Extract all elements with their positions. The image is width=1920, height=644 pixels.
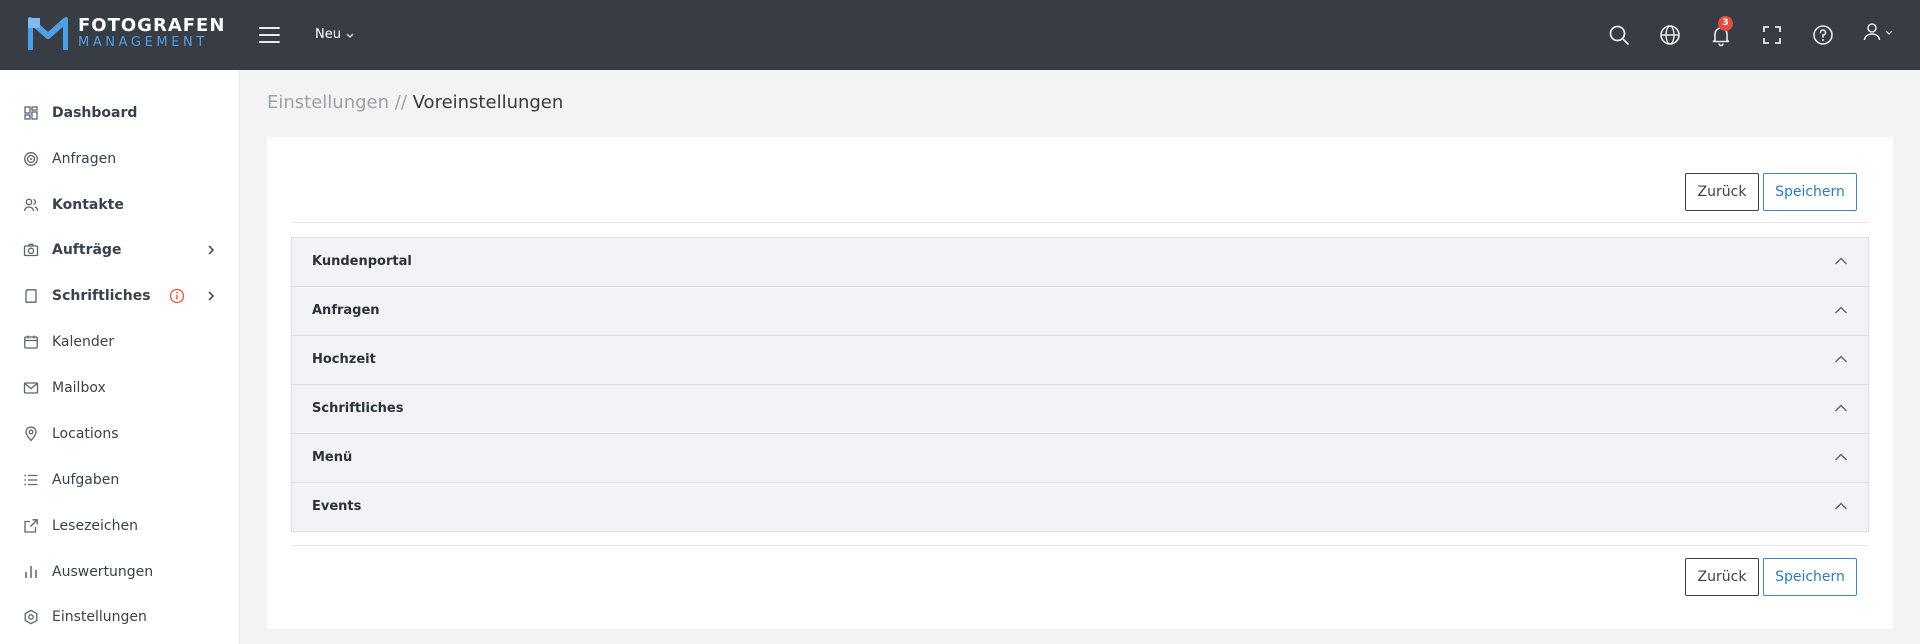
save-button-top[interactable]: Speichern [1763,173,1857,211]
target-icon [24,152,38,166]
sidebar-item-label: Aufträge [52,242,122,258]
top-bar: FOTOGRAFEN MANAGEMENT Neu 3 [0,0,1920,70]
back-button-top[interactable]: Zurück [1685,173,1759,211]
sidebar-item-label: Einstellungen [52,609,147,625]
document-icon [25,289,37,303]
help-icon[interactable] [1811,23,1835,47]
accordion-item-menue[interactable]: Menü [292,434,1868,483]
logo-text-primary: FOTOGRAFEN [78,15,226,36]
user-menu[interactable] [1862,22,1896,46]
sidebar-item-locations[interactable]: Locations [0,414,240,454]
sidebar-item-label: Schriftliches [52,288,151,304]
external-link-icon [24,519,38,533]
list-icon [24,474,38,486]
sidebar-item-auftraege[interactable]: Aufträge [0,230,240,270]
sidebar-item-label: Dashboard [52,105,138,121]
notification-badge: 3 [1718,16,1733,31]
accordion-title: Anfragen [312,303,380,318]
accordion-title: Hochzeit [312,352,376,367]
menu-toggle-button[interactable] [258,25,282,45]
settings-accordion: Kundenportal Anfragen Hochzeit Schriftli… [291,237,1869,532]
divider [291,222,1869,223]
sidebar-item-lesezeichen[interactable]: Lesezeichen [0,506,240,546]
accordion-item-hochzeit[interactable]: Hochzeit [292,336,1868,385]
accordion-item-schriftliches[interactable]: Schriftliches [292,385,1868,434]
sidebar-item-mailbox[interactable]: Mailbox [0,368,240,408]
chevron-up-icon [1835,404,1847,412]
sidebar-item-dashboard[interactable]: Dashboard [0,93,240,133]
accordion-item-events[interactable]: Events [292,483,1868,531]
new-dropdown-label: Neu [315,27,341,42]
logo[interactable]: FOTOGRAFEN MANAGEMENT [0,0,240,70]
fullscreen-icon[interactable] [1760,23,1784,47]
accordion-title: Menü [312,450,353,465]
search-icon[interactable] [1607,23,1631,47]
breadcrumb: Einstellungen // Voreinstellungen [267,91,563,115]
accordion-title: Events [312,499,362,514]
sidebar-item-label: Auswertungen [52,564,154,580]
sidebar-item-label: Kalender [52,334,115,350]
divider [291,545,1869,546]
sidebar: Dashboard Anfragen Kontakte Aufträge Sch… [0,70,240,644]
sidebar-item-kontakte[interactable]: Kontakte [0,185,240,225]
chevron-right-icon [208,245,215,255]
sidebar-item-auswertungen[interactable]: Auswertungen [0,552,240,592]
sidebar-item-label: Lesezeichen [52,518,138,534]
settings-icon [24,609,38,625]
chevron-up-icon [1835,306,1847,314]
chevron-up-icon [1835,257,1847,265]
chevron-up-icon [1835,355,1847,363]
sidebar-item-schriftliches[interactable]: Schriftliches [0,276,240,316]
sidebar-item-einstellungen[interactable]: Einstellungen [0,597,240,637]
user-icon [1863,23,1881,41]
sidebar-item-label: Kontakte [52,197,124,213]
chevron-right-icon [208,291,215,301]
location-pin-icon [25,426,37,442]
breadcrumb-parent[interactable]: Einstellungen [267,92,389,113]
back-button-bottom[interactable]: Zurück [1685,558,1759,596]
calendar-icon [24,335,38,349]
logo-text-secondary: MANAGEMENT [78,35,208,50]
dashboard-icon [24,106,38,120]
chevron-down-icon [346,33,354,38]
breadcrumb-separator: // [394,92,407,113]
save-button-bottom[interactable]: Speichern [1763,558,1857,596]
sidebar-item-label: Anfragen [52,151,117,167]
info-alert-icon [169,288,185,304]
sidebar-item-aufgaben[interactable]: Aufgaben [0,460,240,500]
globe-icon[interactable] [1658,23,1682,47]
sidebar-item-label: Aufgaben [52,472,120,488]
accordion-item-kundenportal[interactable]: Kundenportal [292,238,1868,287]
accordion-title: Kundenportal [312,254,412,269]
sidebar-item-label: Mailbox [52,380,106,396]
sidebar-item-anfragen[interactable]: Anfragen [0,139,240,179]
chevron-up-icon [1835,502,1847,510]
accordion-title: Schriftliches [312,401,404,416]
page-title: Voreinstellungen [412,92,564,113]
sidebar-item-kalender[interactable]: Kalender [0,322,240,362]
new-dropdown[interactable]: Neu [315,25,354,45]
bar-chart-icon [25,566,37,578]
mail-icon [23,382,39,394]
chevron-down-icon [1885,30,1893,35]
chevron-up-icon [1835,453,1847,461]
logo-mark-icon [28,17,68,50]
settings-card: Zurück Speichern Kundenportal Anfragen H… [267,137,1893,629]
users-icon [23,198,39,212]
camera-icon [23,243,39,257]
sidebar-item-label: Locations [52,426,119,442]
accordion-item-anfragen[interactable]: Anfragen [292,287,1868,336]
